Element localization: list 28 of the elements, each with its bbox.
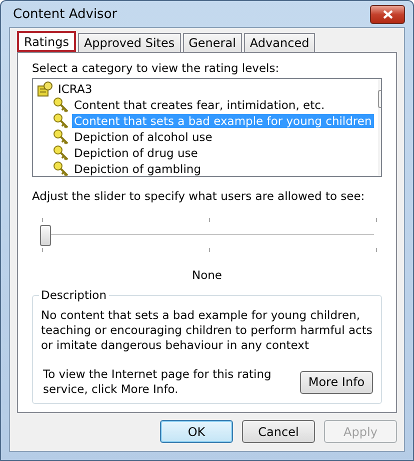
- key-icon: [53, 113, 69, 129]
- category-prompt: Select a category to view the rating levels:: [32, 61, 280, 75]
- close-icon: [382, 10, 392, 18]
- tree-item[interactable]: Depiction of alcohol use: [72, 130, 214, 144]
- tab[interactable]: Advanced: [244, 33, 316, 52]
- tree-item[interactable]: Content that creates fear, intimidation, etc.: [72, 98, 327, 112]
- description-text: No content that sets a bad example for young children, teaching or encouraging children to perform harmful acts or imitate dangerous behaviour in any context: [41, 308, 373, 353]
- slider-prompt: Adjust the slider to specify what users are allowed to see:: [32, 189, 366, 203]
- key-icon: [53, 129, 69, 145]
- tree-item[interactable]: Depiction of drug use: [72, 146, 200, 160]
- close-button[interactable]: [370, 4, 405, 24]
- tab[interactable]: Ratings: [17, 31, 76, 52]
- dialog-button[interactable]: Cancel: [242, 420, 315, 443]
- tree-item[interactable]: ICRA3: [56, 82, 94, 96]
- info-text: To view the Internet page for this rating service, click More Info.: [42, 367, 272, 397]
- more-info-button[interactable]: More Info: [300, 370, 373, 394]
- key-icon: [53, 97, 69, 113]
- slider-thumb[interactable]: [40, 225, 51, 246]
- tree-item[interactable]: Depiction of gambling: [72, 162, 203, 176]
- tab[interactable]: Approved Sites: [78, 33, 181, 52]
- group-title: Description: [40, 288, 108, 302]
- key-icon: [53, 145, 69, 161]
- certificate-icon: [37, 81, 53, 97]
- key-icon: [53, 161, 69, 176]
- tab[interactable]: General: [182, 33, 242, 52]
- dialog-button[interactable]: OK: [160, 420, 233, 443]
- rating-level: None: [192, 268, 222, 282]
- window-title: Content Advisor: [13, 6, 118, 22]
